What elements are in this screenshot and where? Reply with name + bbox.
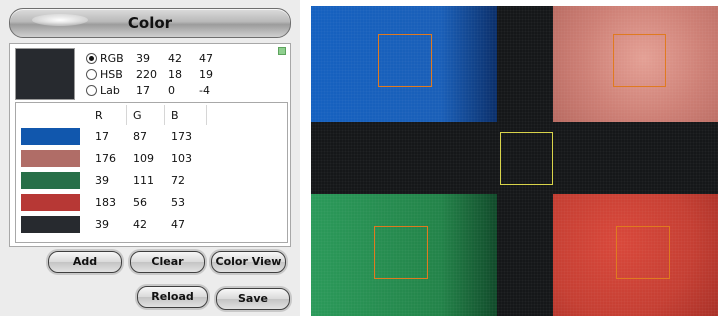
mode-rgb[interactable]: RGB 39 42 47 (86, 52, 236, 68)
mode-lab[interactable]: Lab 17 0 -4 (86, 84, 236, 100)
row-swatch (21, 216, 80, 233)
reload-button[interactable]: Reload (137, 286, 208, 308)
cell-r: 176 (95, 152, 116, 165)
sample-image[interactable] (311, 6, 718, 316)
hsb-value-2: 18 (168, 68, 182, 81)
lab-value-3: -4 (199, 84, 210, 97)
cell-b: 173 (171, 130, 192, 143)
selection-box[interactable] (613, 34, 666, 87)
cell-r: 39 (95, 218, 109, 231)
cell-g: 87 (133, 130, 147, 143)
cell-r: 39 (95, 174, 109, 187)
row-swatch (21, 194, 80, 211)
add-button[interactable]: Add (48, 251, 122, 273)
row-swatch (21, 150, 80, 167)
radio-hsb[interactable] (86, 69, 97, 80)
rgb-value-3: 47 (199, 52, 213, 65)
column-header-b: B (171, 109, 179, 122)
table-row[interactable]: 183 56 53 (16, 192, 287, 213)
radio-lab[interactable] (86, 85, 97, 96)
hsb-value-1: 220 (136, 68, 157, 81)
table-row[interactable]: 39 42 47 (16, 214, 287, 235)
cell-r: 183 (95, 196, 116, 209)
title-bar: Color (9, 8, 291, 38)
mode-hsb[interactable]: HSB 220 18 19 (86, 68, 236, 84)
selection-box[interactable] (374, 226, 428, 279)
hsb-value-3: 19 (199, 68, 213, 81)
cell-g: 109 (133, 152, 154, 165)
mode-rgb-label: RGB (100, 52, 124, 65)
rgb-value-1: 39 (136, 52, 150, 65)
cell-b: 103 (171, 152, 192, 165)
color-list: R G B 17 87 173 176 109 103 39 111 72 18… (15, 102, 288, 243)
cell-g: 111 (133, 174, 154, 187)
rgb-value-2: 42 (168, 52, 182, 65)
cell-b: 47 (171, 218, 185, 231)
column-divider (164, 105, 165, 125)
table-row[interactable]: 17 87 173 (16, 126, 287, 147)
color-panel: Color RGB 39 42 47 HSB 220 18 19 Lab 17 … (0, 0, 300, 316)
window-title: Color (127, 14, 173, 32)
column-header-r: R (95, 109, 103, 122)
mode-hsb-label: HSB (100, 68, 123, 81)
row-swatch (21, 172, 80, 189)
selection-box[interactable] (616, 226, 670, 279)
column-header-g: G (133, 109, 142, 122)
radio-rgb[interactable] (86, 53, 97, 64)
column-divider (206, 105, 207, 125)
column-divider (126, 105, 127, 125)
selection-box[interactable] (378, 34, 432, 87)
table-row[interactable]: 39 111 72 (16, 170, 287, 191)
cell-g: 56 (133, 196, 147, 209)
cell-r: 17 (95, 130, 109, 143)
mode-lab-label: Lab (100, 84, 120, 97)
selection-box-center[interactable] (500, 132, 553, 185)
lab-value-1: 17 (136, 84, 150, 97)
current-color-swatch (15, 48, 75, 100)
cell-g: 42 (133, 218, 147, 231)
table-row[interactable]: 176 109 103 (16, 148, 287, 169)
clear-button[interactable]: Clear (130, 251, 205, 273)
color-view-button[interactable]: Color View (211, 251, 286, 273)
cell-b: 72 (171, 174, 185, 187)
cell-b: 53 (171, 196, 185, 209)
save-button[interactable]: Save (216, 288, 290, 310)
color-frame: RGB 39 42 47 HSB 220 18 19 Lab 17 0 -4 R… (9, 43, 291, 247)
grip-handle[interactable] (278, 47, 286, 55)
lab-value-2: 0 (168, 84, 175, 97)
row-swatch (21, 128, 80, 145)
